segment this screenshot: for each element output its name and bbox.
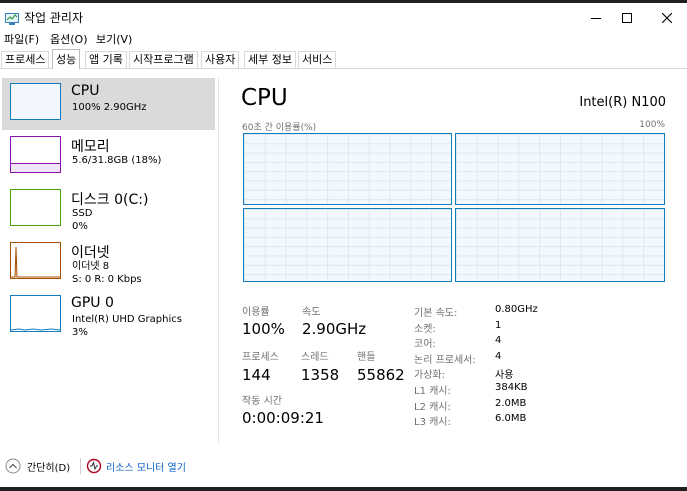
processor-name: Intel(R) N100 xyxy=(579,95,666,110)
speed-label: 속도 xyxy=(302,307,321,318)
info-value-sockets: 1 xyxy=(495,320,502,331)
sidebar-item-title: 디스크 0(C:) xyxy=(71,192,149,208)
footer-bar: 간단히(D) 리소스 모니터 열기 xyxy=(0,452,687,482)
chevron-up-icon xyxy=(5,458,21,474)
graph-max-label: 100% xyxy=(639,120,665,130)
window-title: 작업 관리자 xyxy=(24,11,84,25)
sidebar-item-ethernet[interactable]: 이더넷 이더넷 8 S: 0 R: 0 Kbps xyxy=(2,237,215,289)
info-label-l1-cache: L1 캐시: xyxy=(414,386,451,397)
tab-bar: 프로세스 성능 앱 기록 시작프로그램 사용자 세부 정보 서비스 xyxy=(0,49,687,69)
uptime-value: 0:00:09:21 xyxy=(242,409,324,427)
sidebar-item-detail: 5.6/31.8GB (18%) xyxy=(72,155,162,166)
graph-caption: 60초 간 이용률(%) xyxy=(242,123,317,133)
threads-value: 1358 xyxy=(301,366,340,384)
title-bar[interactable]: 작업 관리자 xyxy=(0,3,687,29)
speed-value: 2.90GHz xyxy=(302,320,367,338)
sidebar-divider xyxy=(218,78,219,443)
footer-divider xyxy=(80,458,81,474)
menu-bar: 파일(F) 옵션(O) 보기(V) xyxy=(0,29,687,47)
usage-value: 100% xyxy=(242,320,285,338)
usage-label: 이용률 xyxy=(242,307,270,318)
desktop-strip-bottom xyxy=(0,487,687,491)
maximize-button[interactable] xyxy=(609,6,645,30)
cpu-core-graph xyxy=(455,133,665,205)
info-value-base-speed: 0.80GHz xyxy=(495,304,538,315)
sidebar-item-detail: SSD xyxy=(72,208,93,219)
info-value-l3-cache: 6.0MB xyxy=(495,413,527,424)
info-label-sockets: 소켓: xyxy=(414,324,436,335)
open-resource-monitor-link[interactable]: 리소스 모니터 열기 xyxy=(86,458,186,474)
info-label-l2-cache: L2 캐시: xyxy=(414,402,451,413)
disk-thumbnail-graph xyxy=(10,189,61,226)
tab-startup[interactable]: 시작프로그램 xyxy=(129,51,198,68)
processes-value: 144 xyxy=(242,366,271,384)
sidebar-item-title: GPU 0 xyxy=(71,295,114,311)
tab-users[interactable]: 사용자 xyxy=(201,51,240,68)
cpu-core-graph xyxy=(455,208,665,282)
info-label-l3-cache: L3 캐시: xyxy=(414,417,451,428)
info-value-logical-processors: 4 xyxy=(495,351,502,362)
page-title: CPU xyxy=(241,85,288,111)
tab-details[interactable]: 세부 정보 xyxy=(244,51,296,68)
sidebar-item-title: 이더넷 xyxy=(71,245,110,261)
performance-sidebar: CPU 100% 2.90GHz 메모리 5.6/31.8GB (18%) 디스… xyxy=(0,78,218,443)
tab-performance[interactable]: 성능 xyxy=(52,49,81,69)
task-manager-icon xyxy=(5,10,19,25)
sidebar-item-disk[interactable]: 디스크 0(C:) SSD 0% xyxy=(2,184,215,236)
tab-app-history[interactable]: 앱 기록 xyxy=(85,51,127,68)
menu-options[interactable]: 옵션(O) xyxy=(50,31,87,47)
ethernet-thumbnail-graph xyxy=(10,242,61,279)
fewer-details-button[interactable]: 간단히(D) xyxy=(5,458,70,474)
close-icon xyxy=(662,13,672,23)
info-value-l2-cache: 2.0MB xyxy=(495,398,527,409)
info-label-base-speed: 기본 속도: xyxy=(414,308,458,319)
close-button[interactable] xyxy=(649,6,685,30)
info-value-virtualization: 사용 xyxy=(495,370,514,381)
tab-processes[interactable]: 프로세스 xyxy=(1,51,50,68)
info-value-cores: 4 xyxy=(495,335,502,346)
handles-value: 55862 xyxy=(357,366,405,384)
processes-label: 프로세스 xyxy=(242,352,279,363)
sidebar-item-detail: Intel(R) UHD Graphics xyxy=(72,314,182,325)
sidebar-item-memory[interactable]: 메모리 5.6/31.8GB (18%) xyxy=(2,131,215,183)
sidebar-item-detail: 100% 2.90GHz xyxy=(72,102,147,113)
menu-view[interactable]: 보기(V) xyxy=(96,31,132,47)
sidebar-item-detail: 0% xyxy=(72,221,88,232)
gpu-thumbnail-graph xyxy=(10,295,61,332)
info-value-l1-cache: 384KB xyxy=(495,382,528,393)
fewer-details-label: 간단히(D) xyxy=(27,462,71,474)
cpu-thumbnail-graph xyxy=(10,83,61,120)
resource-monitor-icon xyxy=(86,458,102,474)
sidebar-item-title: CPU xyxy=(71,83,100,99)
memory-thumbnail-graph xyxy=(10,136,61,173)
sidebar-item-detail: 3% xyxy=(72,327,88,338)
info-label-logical-processors: 논리 프로세서: xyxy=(414,355,476,366)
threads-label: 스레드 xyxy=(301,352,329,363)
uptime-label: 작동 시간 xyxy=(242,396,282,407)
resource-monitor-label: 리소스 모니터 열기 xyxy=(106,462,186,474)
sidebar-item-title: 메모리 xyxy=(71,139,110,155)
tab-services[interactable]: 서비스 xyxy=(298,51,337,68)
sidebar-item-gpu[interactable]: GPU 0 Intel(R) UHD Graphics 3% xyxy=(2,290,215,342)
menu-file[interactable]: 파일(F) xyxy=(4,31,39,47)
minimize-icon xyxy=(591,18,601,19)
maximize-icon xyxy=(622,13,632,23)
info-label-virtualization: 가상화: xyxy=(414,370,445,381)
sidebar-item-cpu[interactable]: CPU 100% 2.90GHz xyxy=(2,78,215,130)
handles-label: 핸들 xyxy=(357,352,376,363)
sidebar-item-detail: 이더넷 8 xyxy=(72,261,110,272)
cpu-core-graph xyxy=(243,208,452,282)
sidebar-item-detail: S: 0 R: 0 Kbps xyxy=(72,274,142,285)
cpu-core-graph xyxy=(243,133,452,205)
info-label-cores: 코어: xyxy=(414,339,436,350)
